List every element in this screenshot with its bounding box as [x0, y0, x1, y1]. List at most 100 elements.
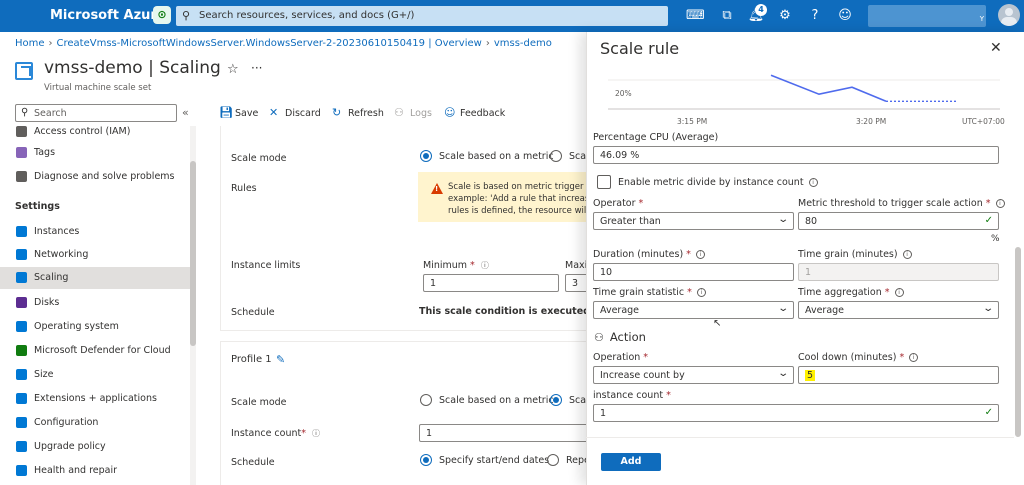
profile-radio-scale-specific[interactable]	[550, 394, 562, 406]
avatar[interactable]	[998, 4, 1020, 26]
rules-label: Rules	[231, 183, 257, 194]
sidebar-item-extensions[interactable]: Extensions + applications	[0, 388, 190, 410]
operation-select[interactable]: Increase count by ⌄	[593, 366, 794, 384]
refresh-icon: ↻	[332, 106, 342, 119]
instances-icon	[16, 226, 27, 237]
brand-name[interactable]: Microsoft Azure	[50, 8, 166, 23]
people-icon	[16, 126, 27, 137]
refresh-button[interactable]: ↻ Refresh	[332, 106, 384, 119]
sidebar-item-disks[interactable]: Disks	[0, 292, 190, 314]
save-label: Save	[235, 108, 259, 119]
sidebar-item-diagnose[interactable]: Diagnose and solve problems	[0, 166, 190, 188]
logs-icon: ⚇	[394, 106, 404, 119]
help-icon[interactable]: ?	[806, 7, 824, 25]
grain-statistic-label: Time grain statistic * i	[593, 287, 706, 298]
cooldown-label-text: Cool down (minutes)	[798, 352, 897, 363]
divide-checkbox[interactable]	[597, 175, 611, 189]
info-icon: i	[808, 178, 818, 187]
radio-scale-specific[interactable]	[550, 150, 562, 162]
operator-select[interactable]: Greater than ⌄	[593, 212, 794, 230]
sidebar-item-label: Size	[34, 369, 54, 380]
breadcrumb: Home › CreateVmss-MicrosoftWindowsServer.W…	[15, 38, 552, 49]
sidebar-item-tags[interactable]: Tags	[0, 142, 190, 164]
instance-count-label-text: instance count	[593, 390, 664, 401]
global-search-input[interactable]: ⚲ Search resources, services, and docs (…	[176, 6, 668, 26]
directory-filter-icon[interactable]: ⧉	[718, 7, 736, 25]
discard-label: Discard	[285, 108, 321, 119]
sidebar-item-label: Diagnose and solve problems	[34, 171, 175, 182]
feedback-icon[interactable]: ☺	[836, 7, 854, 25]
cooldown-label: Cool down (minutes) * i	[798, 352, 919, 363]
warning-line: example: 'Add a rule that increases	[448, 194, 590, 204]
sidebar-item-instances[interactable]: Instances	[0, 221, 190, 243]
duration-input[interactable]: 10	[593, 263, 794, 281]
close-icon[interactable]: ✕	[990, 40, 1002, 56]
copilot-icon[interactable]: ⊙	[153, 6, 171, 24]
favorite-star-icon[interactable]: ☆	[227, 62, 239, 77]
scrollbar-thumb[interactable]	[190, 161, 196, 346]
sidebar-item-label: Tags	[34, 147, 56, 158]
collapse-sidebar-icon[interactable]: «	[182, 106, 189, 119]
sidebar-item-configuration[interactable]: Configuration	[0, 412, 190, 434]
edit-pencil-icon[interactable]: ✎	[276, 353, 285, 366]
chart-y-tick: 20%	[615, 89, 632, 98]
sidebar-search-input[interactable]: ⚲ Search	[15, 104, 177, 122]
add-button[interactable]: Add	[601, 453, 661, 471]
sidebar-item-networking[interactable]: Networking	[0, 244, 190, 266]
sidebar-item-access-control[interactable]: Access control (IAM)	[0, 121, 190, 143]
duration-label: Duration (minutes) * i	[593, 249, 705, 260]
sidebar-item-size[interactable]: Size	[0, 364, 190, 386]
more-options-icon[interactable]: ···	[251, 61, 262, 75]
cloud-shell-icon[interactable]: ⌨	[686, 7, 705, 25]
grain-statistic-select[interactable]: Average ⌄	[593, 301, 794, 319]
sidebar-item-health-repair[interactable]: Health and repair	[0, 460, 190, 482]
top-bar: Microsoft Azure ⊙ ⚲ Search resources, se…	[0, 0, 1024, 32]
logs-button[interactable]: ⚇ Logs	[394, 106, 432, 119]
sidebar-item-label: Operating system	[34, 321, 119, 332]
discard-button[interactable]: ✕ Discard	[269, 106, 321, 119]
cooldown-value: 5	[805, 370, 816, 381]
instance-count-label: instance count *	[593, 390, 671, 401]
sidebar-item-operating-system[interactable]: Operating system	[0, 316, 190, 338]
cooldown-input[interactable]: 5	[798, 366, 999, 384]
panel-scrollbar[interactable]	[1014, 72, 1022, 437]
profile-instance-count-input[interactable]: 1	[419, 424, 594, 442]
warning-icon	[431, 183, 443, 194]
sidebar-item-label: Microsoft Defender for Cloud	[34, 345, 171, 356]
instance-count-value: 1	[600, 408, 607, 419]
chevron-right-icon: ›	[485, 38, 490, 49]
sidebar-item-defender[interactable]: Microsoft Defender for Cloud	[0, 340, 190, 362]
profile-scale-mode-label: Scale mode	[231, 397, 287, 408]
wrench-icon	[16, 171, 27, 182]
feedback-label: Feedback	[460, 108, 506, 119]
radio-repeat[interactable]	[547, 454, 559, 466]
settings-gear-icon[interactable]: ⚙	[776, 7, 794, 25]
breadcrumb-home[interactable]: Home	[15, 38, 45, 49]
info-icon: i	[902, 250, 912, 259]
breadcrumb-vmss[interactable]: vmss-demo	[494, 38, 552, 49]
chart-x-tick: 3:20 PM	[856, 117, 886, 126]
instance-count-input[interactable]: 1 ✓	[593, 404, 999, 422]
monitor-icon	[16, 321, 27, 332]
profile-radio-scale-metric[interactable]	[420, 394, 432, 406]
maximum-label: Maxi	[565, 260, 588, 271]
aggregation-select[interactable]: Average ⌄	[798, 301, 999, 319]
minimum-input[interactable]: 1	[423, 274, 559, 292]
radio-specify-dates[interactable]	[420, 454, 432, 466]
sidebar-item-label: Networking	[34, 249, 89, 260]
scrollbar-thumb[interactable]	[1015, 247, 1021, 437]
feedback-button[interactable]: ☺ Feedback	[444, 106, 505, 119]
threshold-input[interactable]: 80 ✓	[798, 212, 999, 230]
radio-scale-metric[interactable]	[420, 150, 432, 162]
account-info[interactable]: Y	[868, 5, 986, 27]
save-button[interactable]: 💾︎ Save	[219, 106, 258, 119]
sidebar-scrollbar[interactable]	[190, 126, 196, 485]
time-grain-label-text: Time grain (minutes)	[798, 249, 898, 260]
sidebar-item-scaling[interactable]: Scaling	[0, 267, 190, 289]
health-icon	[16, 465, 27, 476]
sidebar-item-upgrade-policy[interactable]: Upgrade policy	[0, 436, 190, 458]
sidebar-item-label: Upgrade policy	[34, 441, 106, 452]
logs-label: Logs	[410, 108, 432, 119]
sidebar-item-label: Instances	[34, 226, 80, 237]
breadcrumb-deployment[interactable]: CreateVmss-MicrosoftWindowsServer.Window…	[57, 38, 482, 49]
